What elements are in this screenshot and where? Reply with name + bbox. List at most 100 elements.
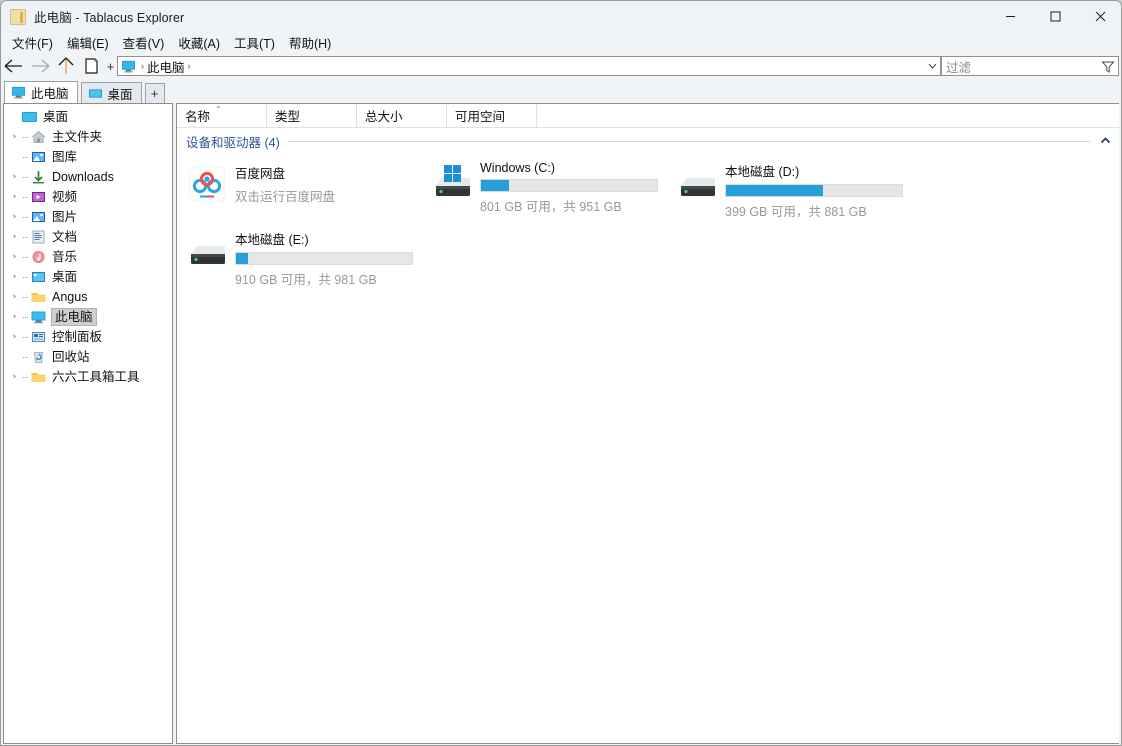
sidebar-tree-pane[interactable]: 桌面 › 主文件夹 图库 › Downloads › 视频 › 图片 › 文档 … [3, 103, 173, 744]
tab-label: 此电脑 [31, 87, 69, 101]
tab-bar: 此电脑 桌面 + [1, 81, 1121, 103]
tree-expander[interactable]: › [8, 232, 21, 242]
sidebar-item-label: 桌面 [43, 110, 69, 124]
back-arrow-icon[interactable] [1, 54, 27, 78]
sidebar-item-videos[interactable]: › 视频 [4, 187, 172, 207]
maximize-button[interactable] [1033, 1, 1078, 32]
desktop-icon [22, 112, 37, 122]
sidebar-item-label: 回收站 [52, 350, 90, 364]
minimize-button[interactable] [988, 1, 1033, 32]
chevron-down-icon[interactable] [925, 57, 940, 75]
menu-bar: 文件(F) 编辑(E) 查看(V) 收藏(A) 工具(T) 帮助(H) [1, 31, 1121, 54]
capacity-bar-fill [726, 185, 823, 196]
sidebar-item-desktop[interactable]: › 桌面 [4, 267, 172, 287]
tree-expander[interactable]: › [8, 132, 21, 142]
menu-help[interactable]: 帮助(H) [282, 31, 338, 54]
sidebar-item-label: 音乐 [52, 250, 78, 264]
column-header-free-space[interactable]: 可用空间 [447, 104, 537, 128]
menu-view[interactable]: 查看(V) [116, 31, 172, 54]
group-header-devices[interactable]: 设备和驱动器 (4) [177, 128, 1121, 154]
up-arrow-icon[interactable] [53, 54, 79, 78]
sidebar-item-documents[interactable]: › 文档 [4, 227, 172, 247]
column-header-total-size[interactable]: 总大小 [357, 104, 447, 128]
tab-this-pc[interactable]: 此电脑 [4, 81, 78, 103]
tree-expander[interactable]: › [8, 192, 21, 202]
baidu-netdisk-icon [185, 162, 229, 206]
address-bar[interactable]: › 此电脑 › [117, 56, 941, 76]
funnel-icon[interactable] [1101, 60, 1115, 79]
sidebar-item-angus[interactable]: › Angus [4, 287, 172, 307]
menu-favorites[interactable]: 收藏(A) [171, 31, 227, 54]
tree-expander[interactable]: › [8, 212, 21, 222]
sidebar-item-this-pc[interactable]: › 此电脑 [4, 307, 172, 327]
tree-expander[interactable]: › [8, 252, 21, 262]
item-name: 本地磁盘 (E:) [235, 233, 309, 247]
recycle-bin-icon [34, 352, 43, 363]
sidebar-item-pictures[interactable]: › 图片 [4, 207, 172, 227]
sidebar-item-label: Angus [52, 290, 88, 304]
capacity-bar [725, 184, 903, 197]
content-scroll-gutter[interactable] [1119, 103, 1121, 744]
pictures-icon [32, 212, 45, 222]
tree-connector [21, 316, 30, 318]
menu-file[interactable]: 文件(F) [5, 31, 60, 54]
tree-expander[interactable]: › [8, 272, 21, 282]
this-pc-icon [12, 86, 25, 99]
tree-expander[interactable]: › [8, 292, 21, 302]
downloads-icon [33, 171, 44, 184]
tree-expander[interactable]: › [8, 172, 21, 182]
sidebar-item-music[interactable]: › 音乐 [4, 247, 172, 267]
sidebar-item-label: 视频 [52, 190, 78, 204]
add-pane-button[interactable]: + [105, 59, 116, 74]
sidebar-item-control-panel[interactable]: › 控制面板 [4, 327, 172, 347]
music-icon [32, 251, 45, 263]
filter-input[interactable]: 过滤 [946, 57, 971, 76]
sidebar-item-home[interactable]: › 主文件夹 [4, 127, 172, 147]
new-window-icon[interactable] [79, 54, 105, 78]
videos-icon [32, 192, 45, 202]
capacity-bar [235, 252, 413, 265]
close-button[interactable] [1078, 1, 1121, 32]
folder-icon [31, 293, 46, 302]
list-item[interactable]: 本地磁盘 (D:) 399 GB 可用，共 881 GB [675, 154, 920, 222]
sidebar-item-desktop-root[interactable]: 桌面 [4, 107, 172, 127]
file-list-pane[interactable]: 名称 ⌃ 类型 总大小 可用空间 设备和驱动器 (4) 百度网盘 双击运行百度网… [176, 103, 1121, 744]
chevron-up-icon[interactable] [1100, 136, 1111, 146]
menu-edit[interactable]: 编辑(E) [60, 31, 116, 54]
sidebar-item-label: 图库 [52, 150, 78, 164]
breadcrumb-separator-1: › [141, 61, 144, 71]
sidebar-item-label: 控制面板 [52, 330, 103, 344]
list-item-body: 百度网盘 双击运行百度网盘 [235, 158, 430, 205]
filter-box[interactable]: 过滤 [941, 56, 1119, 76]
tree-connector [21, 356, 30, 358]
sidebar-item-gallery[interactable]: 图库 [4, 147, 172, 167]
list-item[interactable]: 本地磁盘 (E:) 910 GB 可用，共 981 GB [185, 222, 430, 290]
tree-expander[interactable]: › [8, 372, 21, 382]
list-item-body: 本地磁盘 (D:) 399 GB 可用，共 881 GB [725, 158, 920, 220]
menu-tools[interactable]: 工具(T) [227, 31, 282, 54]
item-name: 本地磁盘 (D:) [725, 165, 800, 179]
tree-connector [21, 196, 30, 198]
column-header-row: 名称 ⌃ 类型 总大小 可用空间 [177, 104, 1121, 128]
column-header-name[interactable]: 名称 ⌃ [177, 104, 267, 128]
folder-icon [31, 373, 46, 382]
breadcrumb-this-pc[interactable]: 此电脑 [147, 57, 185, 76]
tab-label: 桌面 [107, 87, 133, 102]
column-header-type[interactable]: 类型 [267, 104, 357, 128]
forward-arrow-icon[interactable] [27, 54, 53, 78]
tree-expander[interactable]: › [8, 332, 21, 342]
list-item[interactable]: Windows (C:) 801 GB 可用，共 951 GB [430, 154, 675, 222]
tab-desktop[interactable]: 桌面 [80, 82, 142, 103]
tree-connector [21, 276, 30, 278]
sidebar-item-toolbox[interactable]: › 六六工具箱工具 [4, 367, 172, 387]
list-item[interactable]: 百度网盘 双击运行百度网盘 [185, 154, 430, 222]
window-title: 此电脑 - Tablacus Explorer [34, 11, 185, 25]
tree-expander[interactable]: › [8, 312, 21, 322]
sidebar-item-downloads[interactable]: › Downloads [4, 167, 172, 187]
breadcrumb-separator-2[interactable]: › [188, 61, 191, 71]
sort-caret-icon: ⌃ [215, 104, 222, 114]
new-tab-button[interactable]: + [144, 83, 165, 103]
list-item-body: 本地磁盘 (E:) 910 GB 可用，共 981 GB [235, 226, 430, 288]
tree-connector [21, 236, 30, 238]
sidebar-item-recycle-bin[interactable]: 回收站 [4, 347, 172, 367]
